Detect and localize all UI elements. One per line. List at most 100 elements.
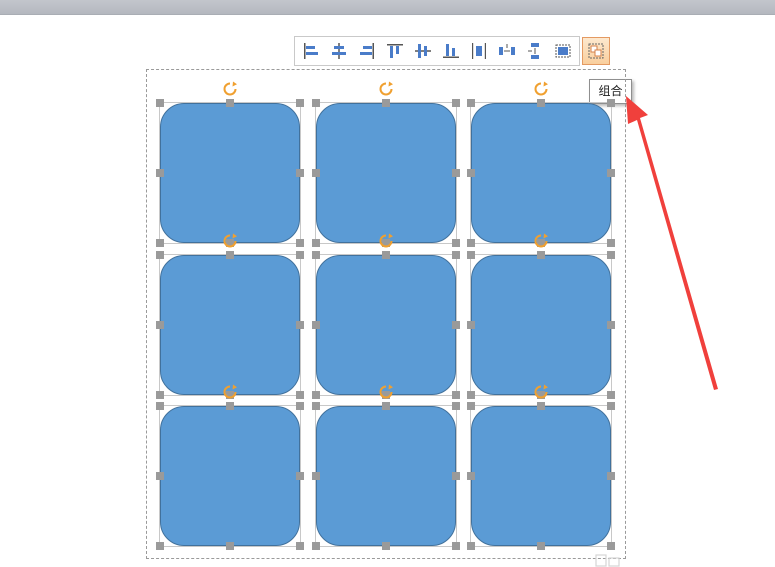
resize-handle[interactable] (452, 99, 460, 107)
resize-handle[interactable] (452, 402, 460, 410)
resize-handle[interactable] (156, 402, 164, 410)
watermark-logo (595, 554, 620, 567)
rotate-handle-icon[interactable] (222, 81, 238, 97)
resize-handle[interactable] (296, 321, 304, 329)
resize-handle[interactable] (382, 99, 390, 107)
resize-handle[interactable] (156, 321, 164, 329)
resize-handle[interactable] (296, 251, 304, 259)
resize-handle[interactable] (312, 251, 320, 259)
resize-handle[interactable] (607, 239, 615, 247)
rotate-handle-icon[interactable] (533, 81, 549, 97)
resize-handle[interactable] (537, 99, 545, 107)
resize-handle[interactable] (467, 402, 475, 410)
align-left-button[interactable] (298, 38, 324, 64)
resize-handle[interactable] (156, 391, 164, 399)
resize-handle[interactable] (452, 251, 460, 259)
resize-handle[interactable] (537, 402, 545, 410)
rounded-square-shape[interactable] (316, 255, 456, 395)
align-left-icon (304, 43, 318, 59)
resize-handle[interactable] (467, 169, 475, 177)
resize-handle[interactable] (156, 99, 164, 107)
resize-handle[interactable] (226, 251, 234, 259)
distribute-horizontal-space-button[interactable] (494, 38, 520, 64)
resize-handle[interactable] (467, 472, 475, 480)
rounded-square-shape[interactable] (471, 103, 611, 243)
align-center-icon (332, 43, 346, 59)
resize-handle[interactable] (467, 391, 475, 399)
group-button[interactable] (582, 37, 610, 65)
resize-handle[interactable] (296, 99, 304, 107)
resize-handle[interactable] (607, 402, 615, 410)
resize-handle[interactable] (156, 239, 164, 247)
resize-handle[interactable] (607, 169, 615, 177)
align-middle-button[interactable] (410, 38, 436, 64)
resize-handle[interactable] (156, 251, 164, 259)
align-right-button[interactable] (354, 38, 380, 64)
resize-handle[interactable] (467, 251, 475, 259)
resize-handle[interactable] (452, 391, 460, 399)
rotate-handle-icon[interactable] (378, 384, 394, 400)
resize-handle[interactable] (607, 472, 615, 480)
rotate-handle-icon[interactable] (222, 233, 238, 249)
resize-handle[interactable] (312, 99, 320, 107)
alignment-toolbar (294, 36, 580, 66)
rotate-handle-icon[interactable] (533, 384, 549, 400)
align-bottom-button[interactable] (438, 38, 464, 64)
resize-handle[interactable] (296, 472, 304, 480)
select-frame-icon (555, 44, 571, 58)
resize-handle[interactable] (296, 402, 304, 410)
resize-handle[interactable] (467, 99, 475, 107)
resize-handle[interactable] (156, 472, 164, 480)
rounded-square-shape[interactable] (471, 255, 611, 395)
resize-handle[interactable] (607, 542, 615, 550)
resize-handle[interactable] (296, 542, 304, 550)
rotate-handle-icon[interactable] (378, 81, 394, 97)
resize-handle[interactable] (226, 402, 234, 410)
resize-handle[interactable] (467, 239, 475, 247)
resize-handle[interactable] (467, 542, 475, 550)
rounded-square-shape[interactable] (316, 103, 456, 243)
align-top-button[interactable] (382, 38, 408, 64)
resize-handle[interactable] (452, 472, 460, 480)
resize-handle[interactable] (607, 251, 615, 259)
rounded-square-shape[interactable] (160, 103, 300, 243)
distribute-horizontal-button[interactable] (466, 38, 492, 64)
resize-handle[interactable] (296, 391, 304, 399)
resize-handle[interactable] (607, 99, 615, 107)
resize-handle[interactable] (452, 321, 460, 329)
resize-handle[interactable] (537, 542, 545, 550)
resize-handle[interactable] (296, 169, 304, 177)
resize-handle[interactable] (312, 321, 320, 329)
resize-handle[interactable] (537, 251, 545, 259)
rounded-square-shape[interactable] (160, 406, 300, 546)
rounded-square-shape[interactable] (316, 406, 456, 546)
resize-handle[interactable] (382, 402, 390, 410)
resize-handle[interactable] (312, 239, 320, 247)
rotate-handle-icon[interactable] (533, 233, 549, 249)
resize-handle[interactable] (607, 391, 615, 399)
rounded-square-shape[interactable] (471, 406, 611, 546)
resize-handle[interactable] (312, 402, 320, 410)
resize-handle[interactable] (382, 251, 390, 259)
resize-handle[interactable] (312, 391, 320, 399)
resize-handle[interactable] (452, 239, 460, 247)
resize-handle[interactable] (312, 542, 320, 550)
select-frame-button[interactable] (550, 38, 576, 64)
align-center-button[interactable] (326, 38, 352, 64)
resize-handle[interactable] (467, 321, 475, 329)
rounded-square-shape[interactable] (160, 255, 300, 395)
resize-handle[interactable] (296, 239, 304, 247)
resize-handle[interactable] (382, 542, 390, 550)
resize-handle[interactable] (226, 542, 234, 550)
resize-handle[interactable] (226, 99, 234, 107)
resize-handle[interactable] (156, 169, 164, 177)
resize-handle[interactable] (156, 542, 164, 550)
resize-handle[interactable] (607, 321, 615, 329)
rotate-handle-icon[interactable] (222, 384, 238, 400)
rotate-handle-icon[interactable] (378, 233, 394, 249)
distribute-vertical-button[interactable] (522, 38, 548, 64)
resize-handle[interactable] (452, 542, 460, 550)
resize-handle[interactable] (452, 169, 460, 177)
resize-handle[interactable] (312, 169, 320, 177)
resize-handle[interactable] (312, 472, 320, 480)
